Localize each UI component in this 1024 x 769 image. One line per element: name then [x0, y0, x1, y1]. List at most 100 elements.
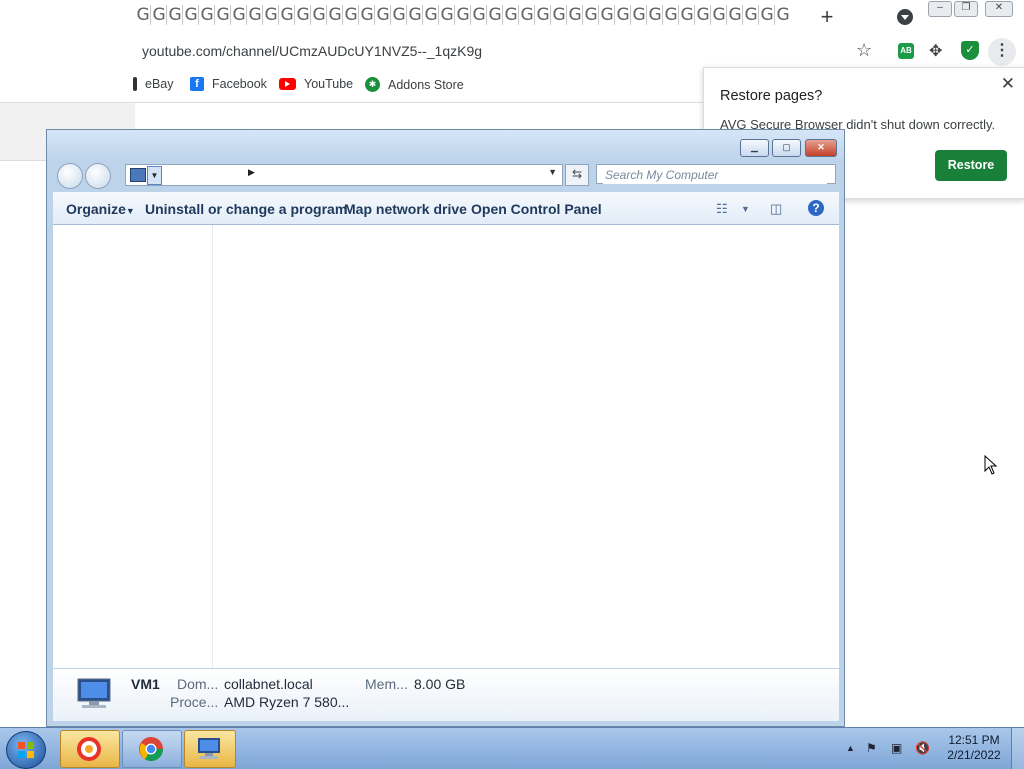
explorer-address-box[interactable]: ▼ ▶ ▼: [125, 164, 563, 186]
collapsed-tab[interactable]: G: [759, 5, 775, 25]
restore-button[interactable]: Restore: [935, 150, 1007, 181]
bookmark-star-icon[interactable]: ☆: [856, 40, 872, 61]
collapsed-tab[interactable]: G: [407, 5, 423, 25]
collapsed-tab[interactable]: G: [503, 5, 519, 25]
collapsed-tab[interactable]: G: [775, 5, 790, 25]
new-tab-button[interactable]: +: [815, 6, 839, 30]
collapsed-tab[interactable]: G: [599, 5, 615, 25]
organize-button[interactable]: Organize▼: [66, 201, 135, 217]
network-icon[interactable]: ▣: [891, 741, 905, 755]
collapsed-tab[interactable]: G: [327, 5, 343, 25]
help-icon[interactable]: ?: [808, 200, 824, 216]
collapsed-tab[interactable]: G: [247, 5, 263, 25]
url-field[interactable]: youtube.com/channel/UCmzAUDcUY1NVZ5--_1q…: [142, 43, 482, 59]
restore-window-button[interactable]: ❐: [954, 1, 978, 17]
collapsed-tab[interactable]: G: [295, 5, 311, 25]
collapsed-tab[interactable]: G: [583, 5, 599, 25]
collapsed-tab[interactable]: G: [375, 5, 391, 25]
refresh-button[interactable]: ⇆: [565, 164, 589, 186]
collapsed-tab[interactable]: G: [535, 5, 551, 25]
collapsed-tab[interactable]: G: [551, 5, 567, 25]
search-input[interactable]: [603, 166, 827, 184]
volume-muted-icon[interactable]: 🔇: [915, 741, 930, 755]
breadcrumb-arrow-icon[interactable]: ▶: [248, 167, 255, 178]
minimize-button[interactable]: ‒: [928, 1, 952, 17]
computer-icon: [130, 168, 146, 182]
security-shield-icon[interactable]: ✓: [961, 41, 979, 60]
collapsed-tab[interactable]: G: [519, 5, 535, 25]
collapsed-tab[interactable]: G: [215, 5, 231, 25]
collapsed-tab[interactable]: G: [487, 5, 503, 25]
adblock-extension-icon[interactable]: AB: [898, 43, 914, 59]
collapsed-tab[interactable]: G: [711, 5, 727, 25]
popup-title: Restore pages?: [720, 88, 823, 104]
collapsed-tab[interactable]: G: [455, 5, 471, 25]
collapsed-tab[interactable]: G: [695, 5, 711, 25]
bookmark-label: YouTube: [304, 77, 354, 91]
show-desktop-button[interactable]: [1011, 728, 1024, 769]
taskbar-avg-browser[interactable]: [60, 730, 120, 768]
clock-date: 2/21/2022: [947, 748, 1001, 762]
show-hidden-icons[interactable]: ▲: [846, 743, 860, 757]
tab-row[interactable]: GGGGGGGGGGGGGGGGGGGGGGGGGGGGGGGGGGGGGGGG…: [135, 5, 790, 29]
computer-icon: [198, 738, 220, 759]
action-center-icon[interactable]: ⚑: [866, 741, 880, 755]
collapsed-tab[interactable]: G: [359, 5, 375, 25]
collapsed-tab[interactable]: G: [343, 5, 359, 25]
taskbar-explorer[interactable]: [184, 730, 236, 768]
avg-browser-icon: [77, 737, 101, 761]
bookmark-youtube[interactable]: YouTube: [279, 77, 353, 91]
collapsed-tab[interactable]: G: [263, 5, 279, 25]
collapsed-tab[interactable]: G: [743, 5, 759, 25]
search-box[interactable]: [596, 164, 836, 184]
collapsed-tab[interactable]: G: [279, 5, 295, 25]
collapsed-tab[interactable]: G: [311, 5, 327, 25]
bookmark-addons-store[interactable]: ✱ Addons Store: [365, 77, 464, 92]
address-history-dropdown[interactable]: ▼: [548, 167, 557, 177]
collapsed-tab[interactable]: G: [231, 5, 247, 25]
collapsed-tab[interactable]: G: [423, 5, 439, 25]
collapsed-tab[interactable]: G: [151, 5, 167, 25]
forward-button[interactable]: [85, 163, 111, 189]
close-window-button[interactable]: ✕: [985, 1, 1013, 17]
explorer-maximize-button[interactable]: ▢: [772, 139, 801, 157]
collapsed-tab[interactable]: G: [567, 5, 583, 25]
collapsed-tab[interactable]: G: [631, 5, 647, 25]
uninstall-program-button[interactable]: Uninstall or change a program: [145, 201, 347, 217]
explorer-close-button[interactable]: ✕: [805, 139, 837, 157]
map-network-drive-button[interactable]: Map network drive: [344, 201, 467, 217]
collapsed-tab[interactable]: G: [647, 5, 663, 25]
tab-search-icon[interactable]: [897, 9, 913, 25]
collapsed-tab[interactable]: G: [727, 5, 743, 25]
collapsed-tab[interactable]: G: [471, 5, 487, 25]
navigation-pane[interactable]: [53, 225, 213, 668]
back-button[interactable]: [57, 163, 83, 189]
collapsed-tab[interactable]: G: [663, 5, 679, 25]
collapsed-tab[interactable]: G: [183, 5, 199, 25]
location-dropdown[interactable]: ▼: [147, 166, 162, 185]
close-icon[interactable]: ✕: [1001, 74, 1015, 94]
collapsed-tab[interactable]: G: [167, 5, 183, 25]
collapsed-tab[interactable]: G: [439, 5, 455, 25]
view-options-icon[interactable]: ☷: [716, 201, 728, 217]
explorer-minimize-button[interactable]: ▁: [740, 139, 769, 157]
bookmark-ebay[interactable]: eBay: [133, 77, 174, 91]
explorer-window: ▁ ▢ ✕ ▼ ▶ ▼ ⇆ Organize▼ Uninstall or cha…: [46, 129, 845, 727]
collapsed-tab[interactable]: G: [391, 5, 407, 25]
collapsed-tab[interactable]: G: [615, 5, 631, 25]
window-titlebar[interactable]: ▁ ▢ ✕: [47, 130, 844, 162]
system-clock[interactable]: 12:51 PM 2/21/2022: [944, 733, 1004, 763]
youtube-icon: [279, 78, 296, 90]
start-button[interactable]: [6, 731, 46, 769]
collapsed-tab[interactable]: G: [135, 5, 151, 25]
taskbar-chrome[interactable]: [122, 730, 182, 768]
view-dropdown-icon[interactable]: ▼: [741, 204, 750, 214]
bookmark-facebook[interactable]: f Facebook: [190, 77, 267, 91]
extensions-puzzle-icon[interactable]: ✥: [929, 41, 942, 61]
collapsed-tab[interactable]: G: [199, 5, 215, 25]
domain-label: Dom...: [177, 676, 219, 692]
collapsed-tab[interactable]: G: [679, 5, 695, 25]
open-control-panel-button[interactable]: Open Control Panel: [471, 201, 602, 217]
preview-pane-icon[interactable]: ◫: [770, 201, 782, 217]
browser-menu-icon[interactable]: ⋮: [988, 38, 1016, 66]
